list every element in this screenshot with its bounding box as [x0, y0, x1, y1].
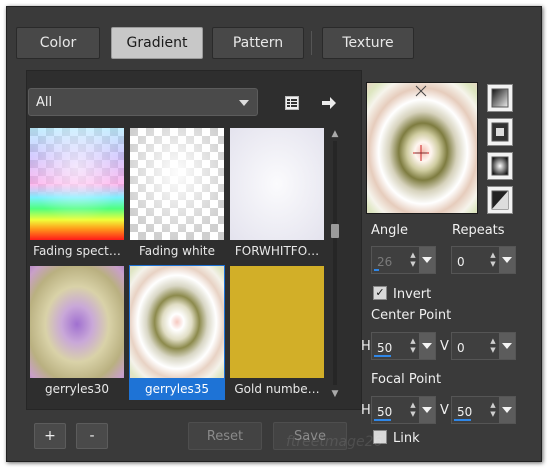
- gradient-item-label: gerryles35: [145, 382, 209, 396]
- center-h-spinner[interactable]: 50 ▲ ▼: [371, 332, 436, 360]
- repeats-spinner[interactable]: 0 ▲ ▼: [451, 246, 516, 274]
- center-v-stepper-icon[interactable]: ▲ ▼: [487, 333, 499, 359]
- arrow-right-icon[interactable]: [318, 92, 340, 114]
- center-v-spinner[interactable]: 0 ▲ ▼: [451, 332, 516, 360]
- gradient-thumbnail: [30, 128, 124, 240]
- repeats-stepper-icon[interactable]: ▲ ▼: [487, 247, 499, 273]
- center-v-value[interactable]: 0: [452, 333, 487, 359]
- gradient-thumbnail: [230, 266, 324, 378]
- angle-indicator: [374, 269, 379, 271]
- chevron-down-icon: [239, 100, 249, 106]
- rectangular-style-button[interactable]: [487, 118, 513, 146]
- focal-v-label: V: [440, 403, 449, 418]
- gradient-item-label: Fading spect…: [33, 244, 121, 258]
- focal-point-label: Focal Point: [371, 372, 442, 387]
- remove-gradient-button[interactable]: -: [76, 423, 108, 449]
- angle-dropdown-button[interactable]: [419, 247, 435, 273]
- scroll-up-icon[interactable]: ▲: [330, 129, 340, 139]
- focal-v-indicator: [454, 419, 471, 421]
- gradient-item-label: gerryles30: [45, 382, 109, 396]
- reset-button[interactable]: Reset: [188, 422, 262, 450]
- scroll-down-icon[interactable]: ▼: [330, 389, 340, 399]
- tab-gradient[interactable]: Gradient: [111, 27, 203, 59]
- gradient-item-fading-white[interactable]: Fading white: [129, 127, 225, 262]
- gradient-thumbnail: [230, 128, 324, 240]
- category-dropdown[interactable]: All: [28, 88, 258, 116]
- center-v-dropdown-button[interactable]: [499, 333, 515, 359]
- gradient-thumbnail: [130, 128, 224, 240]
- category-dropdown-value: All: [36, 94, 53, 110]
- gradient-thumbnail: [30, 266, 124, 378]
- center-point-label: Center Point: [371, 308, 452, 323]
- gradient-item-label: FORWHITFO…: [234, 244, 320, 258]
- focal-v-dropdown-button[interactable]: [499, 397, 515, 423]
- focal-h-indicator: [374, 419, 391, 421]
- repeats-label: Repeats: [452, 223, 505, 238]
- link-label: Link: [393, 431, 420, 446]
- watermark: ftreetmage26: [286, 434, 383, 450]
- center-h-value[interactable]: 50: [372, 333, 407, 359]
- focal-h-label: H: [361, 403, 371, 418]
- gradient-item-fading-spectrum[interactable]: Fading spect…: [29, 127, 125, 262]
- gradient-editor-icon[interactable]: [281, 92, 303, 114]
- gradient-item-label: Gold numbe…: [234, 382, 320, 396]
- tab-divider: [311, 31, 312, 55]
- gradient-item-gerryles30[interactable]: gerryles30: [29, 265, 125, 400]
- focal-h-value[interactable]: 50: [372, 397, 407, 423]
- gradient-item-gerryles35[interactable]: gerryles35: [129, 265, 225, 400]
- sunburst-style-button[interactable]: [487, 152, 513, 180]
- center-h-label: H: [361, 339, 371, 354]
- gradient-item-gold-number[interactable]: Gold numbe…: [229, 265, 325, 400]
- chevron-down-icon: [502, 257, 512, 263]
- angle-label: Angle: [371, 223, 408, 238]
- center-h-stepper-icon[interactable]: ▲ ▼: [407, 333, 419, 359]
- angle-stepper-icon[interactable]: ▲ ▼: [407, 247, 419, 273]
- invert-label: Invert: [393, 287, 432, 302]
- focal-h-spinner[interactable]: 50 ▲ ▼: [371, 396, 436, 424]
- tab-texture[interactable]: Texture: [322, 27, 414, 59]
- center-v-label: V: [440, 339, 449, 354]
- angle-spinner[interactable]: 26 ▲ ▼: [371, 246, 436, 274]
- gradient-item-label: Fading white: [139, 244, 215, 258]
- chevron-down-icon: [422, 257, 432, 263]
- angle-value[interactable]: 26: [372, 247, 407, 273]
- linear-style-button[interactable]: [487, 84, 513, 112]
- scrollbar-thumb[interactable]: [331, 224, 339, 238]
- center-h-dropdown-button[interactable]: [419, 333, 435, 359]
- tab-color[interactable]: Color: [16, 27, 100, 59]
- repeats-dropdown-button[interactable]: [499, 247, 515, 273]
- center-h-indicator: [374, 355, 391, 357]
- focal-v-value[interactable]: 50: [452, 397, 487, 423]
- scrollbar-track[interactable]: [333, 141, 337, 385]
- gradient-list-scrollbar[interactable]: ▲ ▼: [329, 127, 341, 399]
- chevron-down-icon: [502, 407, 512, 413]
- focal-h-stepper-icon[interactable]: ▲ ▼: [407, 397, 419, 423]
- chevron-down-icon: [422, 407, 432, 413]
- chevron-down-icon: [502, 343, 512, 349]
- add-gradient-button[interactable]: +: [34, 423, 66, 449]
- chevron-down-icon: [422, 343, 432, 349]
- gradient-item-forwhitfo[interactable]: FORWHITFO…: [229, 127, 325, 262]
- focal-v-stepper-icon[interactable]: ▲ ▼: [487, 397, 499, 423]
- tab-pattern[interactable]: Pattern: [212, 27, 304, 59]
- gradient-thumbnail: [130, 266, 224, 378]
- gradient-grid: Fading spect… Fading white FORWHITFO… ge…: [29, 127, 329, 402]
- radial-style-button[interactable]: [487, 186, 513, 214]
- invert-checkbox[interactable]: ✓: [373, 286, 387, 300]
- gradient-preview[interactable]: [366, 82, 478, 214]
- focal-v-spinner[interactable]: 50 ▲ ▼: [451, 396, 516, 424]
- focal-h-dropdown-button[interactable]: [419, 397, 435, 423]
- repeats-value[interactable]: 0: [452, 247, 487, 273]
